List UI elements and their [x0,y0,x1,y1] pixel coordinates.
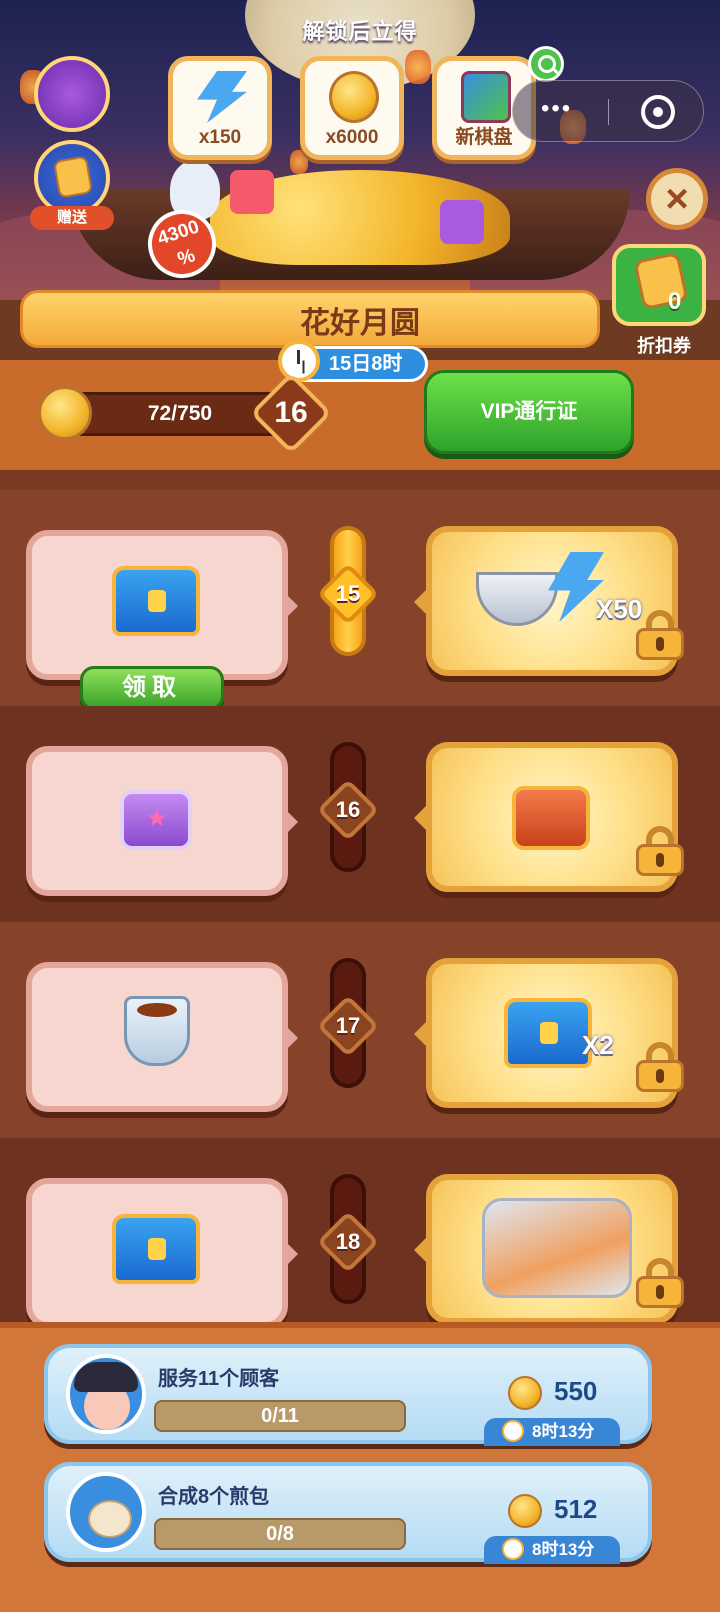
task-progress-text: 0/11 [261,1405,299,1427]
alarm-clock-icon [502,1420,524,1442]
capsule-divider [608,99,609,125]
task-progress-text: 0/8 [266,1523,294,1545]
task-reward: 550 [554,1376,598,1406]
lightning-icon [197,71,247,123]
level-number: 17 [335,1013,361,1038]
gift-box-illustration [440,200,484,244]
unlock-rewards-title: 解锁后立得 [302,19,418,44]
track-row: 16 [0,706,720,922]
blue-chest-icon [504,998,592,1068]
treasure-chest-shop-icon[interactable] [34,56,110,132]
lock-icon [636,1258,684,1308]
task-title: 合成8个煎包 [158,1486,270,1508]
free-reward-box[interactable] [26,1178,298,1328]
task-panel: 服务11个顾客 0/11 550 8时13分 合成8个煎包 0/8 512 8时… [0,1322,720,1612]
alarm-clock-icon [502,1538,524,1560]
search-icon[interactable] [528,46,564,82]
free-reward-box[interactable] [26,962,298,1112]
tea-cup-icon [124,996,190,1066]
purple-chest-icon [120,790,192,850]
red-chest-icon [512,786,590,850]
gift-label: 赠送 [30,206,114,230]
more-options-icon[interactable]: ••• [541,97,572,121]
reward-quantity: X2 [582,1030,614,1060]
blue-chest-icon [112,1214,200,1284]
track-row: 领取 15 X50 [0,490,720,710]
level-number: 15 [335,581,361,606]
blue-chest-icon [112,566,200,636]
reward-card-coins[interactable]: x6000 [300,56,404,160]
free-reward-box[interactable] [26,746,298,896]
task-reward: 512 [554,1494,598,1524]
coupon-gift-icon[interactable] [34,140,110,216]
lantern-decoration [405,50,431,84]
reward-quantity: x150 [198,127,242,148]
close-mini-program-icon[interactable] [641,95,675,129]
track-row: 17 X2 [0,922,720,1138]
task-card[interactable]: 合成8个煎包 0/8 512 8时13分 [44,1462,652,1564]
reward-quantity: x6000 [325,127,379,148]
alarm-clock-icon [278,340,320,382]
fried-bun-icon [66,1472,146,1552]
vip-pass-button[interactable]: VIP通行证 [424,370,634,454]
mooncake-coin-icon [508,1376,542,1410]
new-board-icon [461,71,511,123]
claim-button[interactable]: 领取 [80,666,224,710]
food-platter-icon [482,1198,632,1298]
current-level: 16 [274,396,308,429]
mooncake-coin-icon [508,1494,542,1528]
lock-icon [636,1042,684,1092]
bowl-icon [476,572,558,626]
gift-box-illustration [230,170,274,214]
close-button[interactable]: × [646,168,708,230]
task-card[interactable]: 服务11个顾客 0/11 550 8时13分 [44,1344,652,1446]
reward-track: 领取 15 X50 16 17 X2 [0,470,720,1354]
level-number: 18 [335,1229,361,1254]
level-number: 16 [335,797,361,822]
mooncake-coin-icon [38,386,92,440]
lock-icon [636,826,684,876]
task-title: 服务11个顾客 [158,1368,280,1390]
reward-card-lightning[interactable]: x150 [168,56,272,160]
customer-avatar-icon [66,1354,146,1434]
mooncake-coin-icon [329,71,379,123]
free-reward-box[interactable] [26,530,298,680]
lock-icon [636,610,684,660]
event-title: 花好月圆 [300,307,420,340]
mini-program-capsule: ••• [512,80,704,142]
